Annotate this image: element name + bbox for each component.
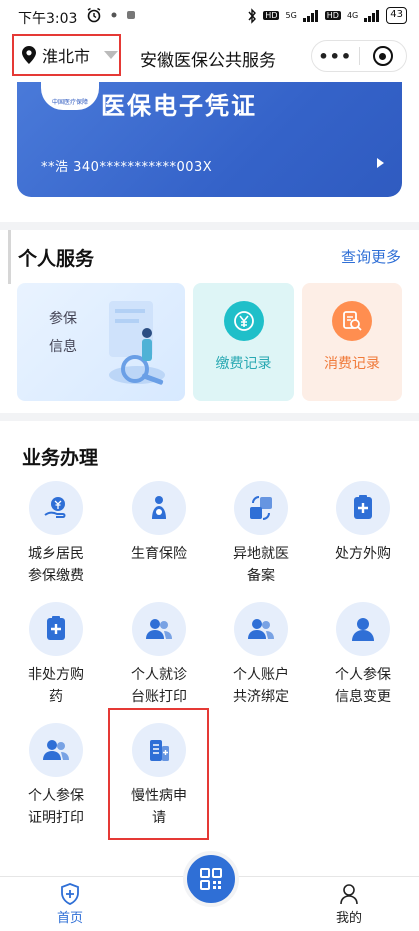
tab-mine[interactable]: 我的: [309, 883, 389, 926]
nhsa-logo: 中国医疗保障: [41, 82, 99, 110]
location-pin-icon: [22, 46, 36, 64]
service-visit-ledger-print[interactable]: 个人就诊 台账打印: [108, 602, 210, 708]
tile-label-info: 参保 信息: [49, 311, 77, 355]
transfer-icon: [234, 481, 288, 535]
battery-indicator: 43: [386, 7, 407, 24]
signal-icon-2: [364, 9, 380, 22]
city-selector[interactable]: 淮北市: [12, 34, 121, 76]
card-section: 中国医疗保障 医保电子凭证 **浩 340***********003X: [0, 82, 419, 222]
yuan-icon: [223, 301, 264, 341]
prescription-icon: [336, 481, 390, 535]
hd-badge: HD: [263, 11, 280, 20]
city-name: 淮北市: [42, 47, 91, 66]
status-bar: 下午3:03 HD 5G HD 4G 43: [0, 0, 419, 34]
tile-label-consumption: 消费记录: [324, 356, 380, 372]
view-more-link[interactable]: 查询更多: [341, 246, 401, 267]
app-notification-icon: [127, 11, 135, 19]
business-section: 业务办理 城乡居民 参保缴费 生育保险 异地就医 备案 处方外购 非处方购 药 …: [0, 421, 419, 876]
logo-text: 中国医疗保障: [51, 99, 88, 106]
scan-qr-button[interactable]: [183, 851, 239, 907]
service-label: 个人账户 共济绑定: [233, 667, 289, 705]
service-label: 处方外购: [335, 546, 391, 562]
hand-yuan-icon: [29, 481, 83, 535]
search-document-icon: [332, 301, 372, 341]
status-right-icons: HD 5G HD 4G 43: [247, 7, 407, 24]
consumption-records-tile[interactable]: 消费记录: [302, 283, 402, 401]
miniprogram-capsule: •••: [311, 40, 407, 72]
service-account-family-binding[interactable]: 个人账户 共济绑定: [210, 602, 312, 708]
section-title-personal: 个人服务: [18, 248, 95, 270]
card-id-number: **浩 340***********003X: [41, 160, 213, 175]
header-bar: 淮北市 安徽医保公共服务 •••: [0, 34, 419, 82]
service-resident-insurance-payment[interactable]: 城乡居民 参保缴费: [5, 481, 107, 587]
tab-mine-label: 我的: [335, 911, 362, 926]
scroll-indicator: [8, 230, 11, 284]
tab-home[interactable]: 首页: [30, 883, 110, 926]
insurance-e-card[interactable]: 中国医疗保障 医保电子凭证 **浩 340***********003X: [17, 82, 402, 197]
card-title: 医保电子凭证: [101, 92, 257, 120]
close-miniprogram-button[interactable]: [360, 46, 407, 66]
service-insurance-certificate-print[interactable]: 个人参保 证明打印: [5, 723, 107, 829]
document-magnifier-illustration: [109, 301, 165, 385]
service-label: 异地就医 备案: [233, 546, 289, 584]
service-remote-medical-filing[interactable]: 异地就医 备案: [210, 481, 312, 587]
highlight-box: [108, 708, 209, 840]
insurance-info-tile[interactable]: 参保 信息: [17, 283, 185, 401]
service-prescription-purchase[interactable]: 处方外购: [312, 481, 414, 565]
service-insurance-info-change[interactable]: 个人参保 信息变更: [312, 602, 414, 708]
payment-records-tile[interactable]: 缴费记录: [193, 283, 294, 401]
alarm-icon: [87, 7, 101, 23]
clipboard-plus-icon: [29, 602, 83, 656]
qr-code-icon: [200, 868, 222, 890]
status-time: 下午3:03: [18, 11, 78, 27]
service-label: 个人参保 信息变更: [335, 667, 391, 705]
service-label: 个人参保 证明打印: [28, 788, 84, 826]
bottom-tab-bar: 首页 我的: [0, 851, 419, 931]
hd-badge-2: HD: [324, 11, 341, 20]
service-otc-drug-purchase[interactable]: 非处方购 药: [5, 602, 107, 708]
bluetooth-icon: [248, 7, 257, 24]
mother-baby-icon: [132, 481, 186, 535]
network-4g: 4G: [346, 11, 359, 20]
page-title: 安徽医保公共服务: [140, 51, 276, 71]
user-icon: [336, 602, 390, 656]
more-menu-button[interactable]: •••: [312, 47, 359, 66]
app-page: 下午3:03 HD 5G HD 4G 43 淮北市 安徽医保公共服务 ••• 中…: [0, 0, 419, 931]
network-5g: 5G: [285, 11, 297, 20]
signal-icon: [302, 9, 318, 22]
chevron-down-icon: [104, 51, 119, 59]
users-icon: [234, 602, 288, 656]
service-label: 个人就诊 台账打印: [131, 667, 187, 705]
tab-home-label: 首页: [56, 911, 83, 926]
personal-services-section: 个人服务 查询更多 参保 信息 缴费记录 消费记录: [0, 230, 419, 413]
dot-icon: [111, 12, 117, 18]
tile-label-payment: 缴费记录: [215, 356, 272, 372]
users-icon: [132, 602, 186, 656]
service-label: 非处方购 药: [28, 667, 84, 705]
service-maternity-insurance[interactable]: 生育保险: [108, 481, 210, 565]
shield-plus-icon: [61, 883, 79, 905]
user-outline-icon: [340, 884, 358, 905]
users-icon: [29, 723, 83, 777]
status-notification-icons: [86, 7, 136, 23]
target-icon: [372, 46, 393, 66]
chevron-right-icon: [377, 158, 384, 168]
service-label: 生育保险: [131, 546, 187, 562]
section-title-business: 业务办理: [22, 447, 99, 469]
service-label: 城乡居民 参保缴费: [28, 546, 84, 584]
